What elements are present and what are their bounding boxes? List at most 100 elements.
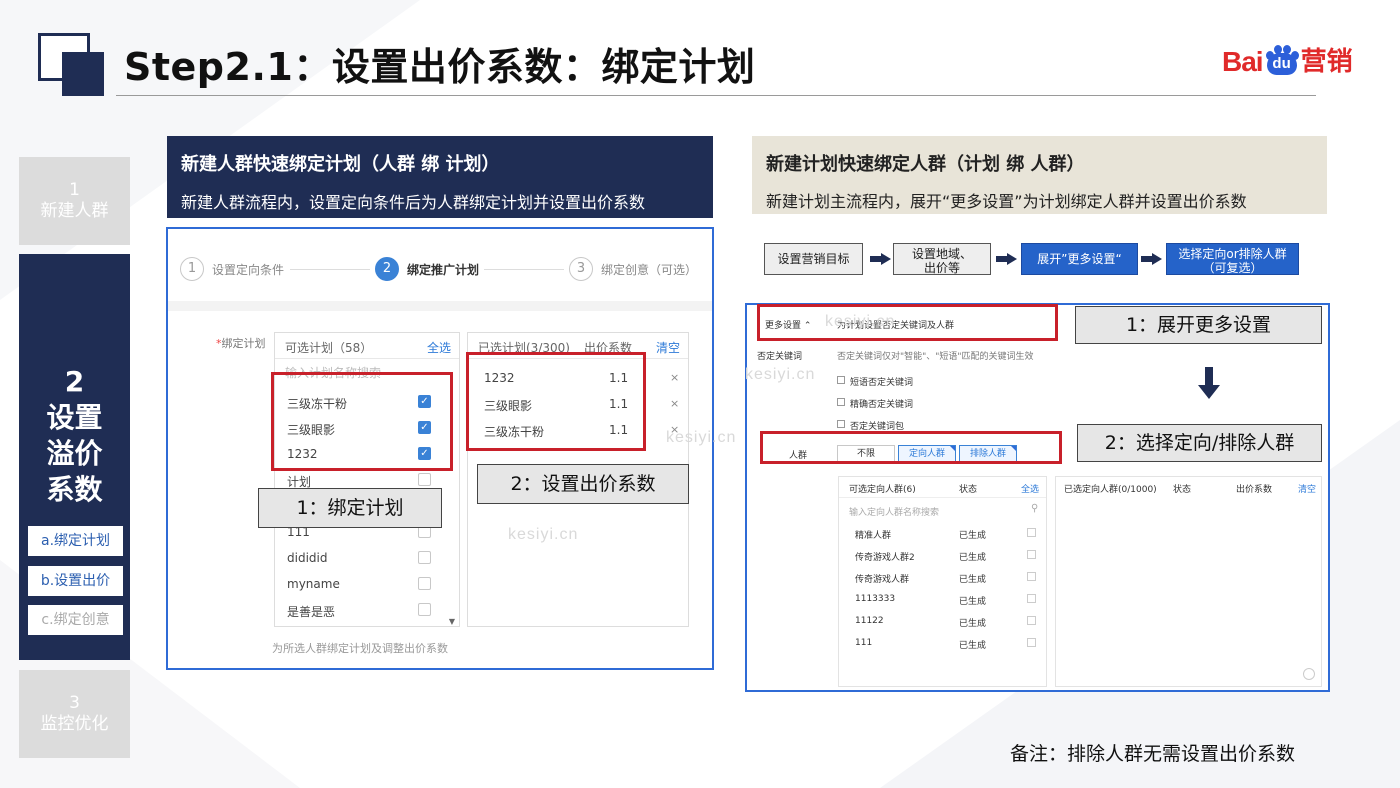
- highlight-more-settings: [757, 304, 1058, 341]
- selected-crowds-header: 已选定向人群(0/1000) 状态 出价系数 清空: [1056, 477, 1321, 498]
- clear-link[interactable]: 清空: [656, 339, 680, 356]
- plan-item[interactable]: 是善是恶: [287, 603, 335, 620]
- wizard-line: [484, 269, 564, 270]
- nav-step-3-label: 监控优化: [40, 714, 109, 734]
- nav-step-2-line-1: 设置: [46, 401, 103, 434]
- flow-arrow-icon: [870, 253, 892, 265]
- crowd-search-input[interactable]: 输入定向人群名称搜索 ⚲: [839, 500, 1046, 521]
- crowd-status: 已生成: [959, 553, 987, 563]
- nav-step-3[interactable]: 3 监控优化: [19, 670, 130, 758]
- wizard-step-2-circle[interactable]: 2: [375, 257, 399, 281]
- crowd-row[interactable]: 11122 已生成: [839, 611, 1046, 632]
- nav-step-2-line-3: 系数: [46, 473, 103, 506]
- right-section-subtitle: 新建计划主流程内，展开“更多设置”为计划绑定人群并设置出价系数: [766, 192, 1247, 211]
- callout-bind-plan: 1：绑定计划: [258, 488, 442, 528]
- footer-note: 备注：排除人群无需设置出价系数: [1010, 743, 1296, 765]
- available-crowds-title: 可选定向人群(6): [849, 485, 916, 495]
- bind-plan-label-text: 绑定计划: [221, 337, 266, 350]
- title-square-filled: [62, 52, 104, 96]
- flow-step-region-line2: 出价等: [923, 261, 960, 275]
- plan-checkbox[interactable]: [418, 473, 431, 486]
- plan-checkbox[interactable]: [418, 577, 431, 590]
- nav-sub-bind-creative[interactable]: c.绑定创意: [28, 605, 123, 635]
- available-plans-header: 可选计划（58） 全选: [275, 333, 459, 359]
- flow-step-region: 设置地域、 出价等: [893, 243, 991, 275]
- available-crowds-list: 可选定向人群(6) 状态 全选 输入定向人群名称搜索 ⚲ 精准人群 已生成 传奇游…: [838, 476, 1047, 687]
- help-icon[interactable]: [1303, 668, 1315, 680]
- selected-crowds-title: 已选定向人群(0/1000): [1064, 485, 1157, 495]
- select-all-link[interactable]: 全选: [427, 339, 451, 356]
- callout-choose-crowd: 2：选择定向/排除人群: [1077, 424, 1322, 462]
- neg-kw-exact-label: 精确否定关键词: [850, 400, 914, 410]
- logo-suffix-text: 营销: [1300, 47, 1353, 77]
- crowd-search-placeholder: 输入定向人群名称搜索: [849, 508, 940, 518]
- crowd-checkbox[interactable]: [1027, 616, 1036, 625]
- watermark-text: kesiyi.cn: [666, 429, 737, 446]
- nav-step-2-num: 2: [64, 365, 85, 398]
- flow-step-goal: 设置营销目标: [764, 243, 863, 275]
- plan-item[interactable]: myname: [287, 577, 340, 591]
- plan-item[interactable]: dididid: [287, 551, 327, 565]
- remove-icon[interactable]: ×: [670, 371, 679, 384]
- flow-arrow-icon: [1141, 253, 1163, 265]
- plan-checkbox[interactable]: [418, 603, 431, 616]
- neg-kw-exact-checkbox[interactable]: [837, 398, 845, 406]
- neg-kw-pack-checkbox[interactable]: [837, 420, 845, 428]
- crowd-row[interactable]: 1113333 已生成: [839, 589, 1046, 610]
- neg-kw-desc: 否定关键词仅对"智能"、"短语"匹配的关键词生效: [837, 352, 1034, 362]
- crowd-row[interactable]: 传奇游戏人群 已生成: [839, 567, 1046, 588]
- nav-step-1-num: 1: [69, 180, 80, 200]
- wizard-step-1-circle[interactable]: 1: [180, 257, 204, 281]
- crowd-select-all-link[interactable]: 全选: [1021, 482, 1039, 495]
- crowd-row[interactable]: 传奇游戏人群2 已生成: [839, 545, 1046, 566]
- available-crowds-header: 可选定向人群(6) 状态 全选: [839, 477, 1046, 498]
- bind-plan-label: *绑定计划: [216, 335, 266, 351]
- flow-step-choose-crowd-line2: （可复选）: [1202, 261, 1263, 275]
- scroll-down-icon[interactable]: ▼: [449, 617, 455, 626]
- down-arrow-icon: [1198, 367, 1220, 399]
- crowd-name: 传奇游戏人群: [855, 575, 910, 585]
- watermark-text: kesiyi.cn: [825, 313, 896, 330]
- remove-icon[interactable]: ×: [670, 397, 679, 410]
- left-section-title: 新建人群快速绑定计划（人群 绑 计划）: [181, 154, 500, 175]
- crowd-checkbox[interactable]: [1027, 550, 1036, 559]
- wizard-step-3-label: 绑定创意（可选）: [601, 263, 698, 277]
- flow-step-choose-crowd-line1: 选择定向or排除人群: [1178, 247, 1287, 261]
- logo-du-text: du: [1266, 53, 1297, 75]
- flow-arrow-icon: [996, 253, 1018, 265]
- callout-set-coef: 2：设置出价系数: [477, 464, 689, 504]
- crowd-checkbox[interactable]: [1027, 572, 1036, 581]
- nav-step-1[interactable]: 1 新建人群: [19, 157, 130, 245]
- crowd-row[interactable]: 111 已生成: [839, 633, 1046, 654]
- wizard-steps: 1 设置定向条件 2 绑定推广计划 3 绑定创意（可选）: [168, 229, 712, 301]
- title-divider: [116, 95, 1316, 96]
- crowd-status: 已生成: [959, 597, 987, 607]
- flow-step-more-settings: 展开”更多设置“: [1021, 243, 1138, 275]
- wizard-step-3-circle[interactable]: 3: [569, 257, 593, 281]
- watermark-text: kesiyi.cn: [508, 526, 579, 543]
- flow-step-more-settings-text: 展开”更多设置“: [1037, 252, 1122, 266]
- crowd-row[interactable]: 精准人群 已生成: [839, 523, 1046, 544]
- neg-kw-label: 否定关键词: [757, 352, 803, 362]
- nav-step-3-num: 3: [69, 693, 80, 713]
- bind-crowd-screenshot: 更多设置 ⌃ 为计划设置否定关键词及人群 否定关键词 否定关键词仅对"智能"、"…: [745, 303, 1330, 692]
- crowd-checkbox[interactable]: [1027, 594, 1036, 603]
- callout-expand-more: 1：展开更多设置: [1075, 306, 1322, 344]
- plan-checkbox[interactable]: [418, 551, 431, 564]
- flow-step-goal-text: 设置营销目标: [777, 252, 850, 266]
- flow-step-choose-crowd: 选择定向or排除人群 （可复选）: [1166, 243, 1299, 275]
- crowd-checkbox[interactable]: [1027, 638, 1036, 647]
- highlight-bid-coef: [466, 352, 646, 451]
- right-section-title: 新建计划快速绑定人群（计划 绑 人群）: [766, 154, 1085, 175]
- left-section-header: 新建人群快速绑定计划（人群 绑 计划） 新建人群流程内，设置定向条件后为人群绑定…: [167, 136, 713, 218]
- nav-sub-set-bid[interactable]: b.设置出价: [28, 566, 123, 596]
- nav-step-2[interactable]: 2 设置 溢价 系数 a.绑定计划 b.设置出价 c.绑定创意: [19, 254, 130, 660]
- wizard-step-2-label: 绑定推广计划: [407, 263, 480, 277]
- crowd-clear-link[interactable]: 清空: [1298, 482, 1316, 495]
- nav-sub-bind-plan[interactable]: a.绑定计划: [28, 526, 123, 556]
- crowd-name: 111: [855, 638, 873, 648]
- crowd-checkbox[interactable]: [1027, 528, 1036, 537]
- neg-kw-phrase-checkbox[interactable]: [837, 376, 845, 384]
- search-icon[interactable]: ⚲: [1031, 503, 1038, 514]
- crowd-name: 11122: [855, 616, 884, 626]
